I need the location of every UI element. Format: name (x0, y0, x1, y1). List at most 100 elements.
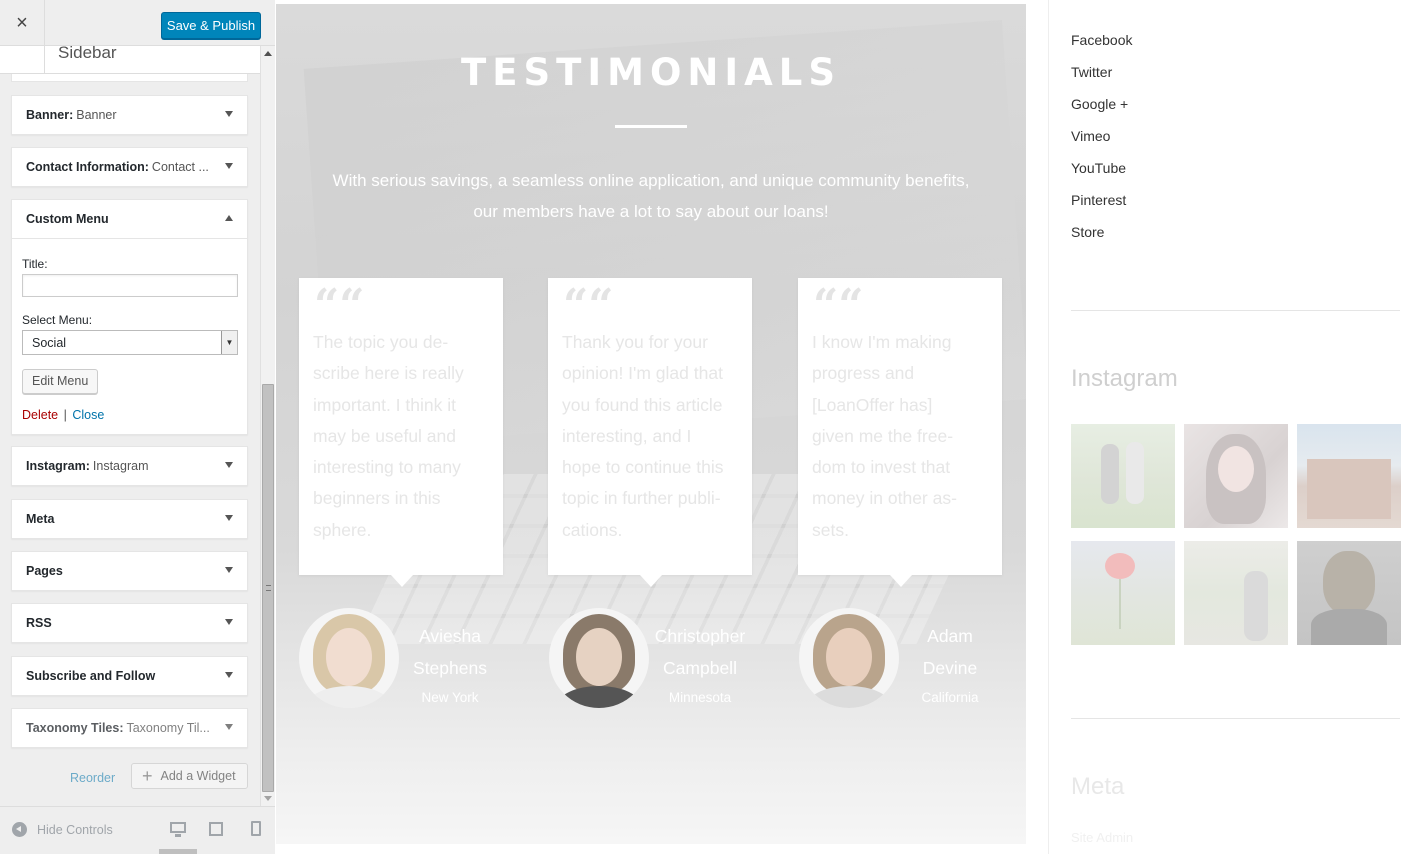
text-line: interesting to many (313, 457, 461, 478)
text-line: scribe here is really (313, 363, 464, 384)
expand-arrow-icon[interactable] (225, 724, 233, 730)
instagram-photo[interactable] (1297, 424, 1401, 528)
text-line: given me the free- (812, 425, 954, 446)
scrollbar-thumb[interactable] (262, 384, 274, 792)
meta-link-site-admin[interactable]: Site Admin (1071, 830, 1133, 845)
social-link-facebook[interactable]: Facebook (1071, 32, 1132, 48)
instagram-heading: Instagram (1071, 365, 1178, 392)
expand-arrow-icon[interactable] (225, 462, 233, 468)
instagram-photo[interactable] (1071, 541, 1175, 645)
widget-header[interactable]: Pages (12, 552, 247, 590)
text-line: opinion! I'm glad that (562, 363, 723, 384)
sidebar-divider-line (1071, 310, 1400, 311)
widget-header[interactable]: Custom Menu (12, 200, 247, 238)
widget-header[interactable]: Meta (12, 500, 247, 538)
expand-arrow-icon[interactable] (225, 619, 233, 625)
collapse-arrow-icon[interactable] (225, 215, 233, 221)
text-line: important. I think it (313, 394, 456, 415)
scroll-down-arrow-icon[interactable] (264, 796, 272, 801)
widget-subscribe-and-follow[interactable]: Subscribe and Follow (11, 656, 248, 696)
social-link-pinterest[interactable]: Pinterest (1071, 192, 1126, 208)
select-menu-label: Select Menu: (22, 313, 93, 327)
save-publish-button[interactable]: Save & Publish (161, 12, 261, 39)
testimonial-author-name: Aviesha Stephens (395, 621, 505, 684)
widget-header[interactable]: Subscribe and Follow (12, 657, 247, 695)
instagram-photo[interactable] (1071, 424, 1175, 528)
widget-header[interactable]: Taxonomy Tiles: Taxonomy Til... (12, 709, 247, 747)
scroll-up-arrow-icon[interactable] (264, 51, 272, 56)
active-device-indicator (159, 849, 197, 854)
social-link-store[interactable]: Store (1071, 224, 1104, 240)
widget-actions-row: Reorder + Add a Widget (0, 763, 260, 793)
widget-list-scroll-area[interactable]: Sidebar Banner: Banner Contact Informati… (0, 46, 260, 806)
avatar (549, 608, 649, 708)
widget-header[interactable]: Contact Information: Contact ... (12, 148, 247, 186)
social-link-twitter[interactable]: Twitter (1071, 64, 1112, 80)
edit-menu-button[interactable]: Edit Menu (22, 369, 99, 394)
text-line: dom to invest that (812, 457, 951, 478)
testimonial-card: ““ I know I'm making progress and [LoanO… (798, 278, 1002, 587)
widget-name: Meta (26, 512, 55, 526)
custom-menu-form: Title: Select Menu: Social ▼ Edit Menu D… (12, 238, 247, 434)
text-line: money in other as- (812, 488, 957, 509)
expand-arrow-icon[interactable] (225, 515, 233, 521)
instagram-photo[interactable] (1184, 424, 1288, 528)
widget-custom-menu[interactable]: Custom Menu Title: Select Menu: Social ▼… (11, 199, 248, 435)
widget-name: Pages (26, 564, 63, 578)
name-line: Aviesha (419, 626, 481, 646)
title-input[interactable] (22, 274, 238, 297)
text-line: progress and (812, 363, 915, 384)
mobile-preview-icon[interactable] (247, 819, 267, 839)
testimonial-author-name: Christopher Campbell (645, 621, 755, 684)
grip-icon (266, 585, 271, 591)
reorder-link[interactable]: Reorder (70, 771, 115, 785)
testimonial-location: New York (421, 690, 479, 705)
widget-contact-information[interactable]: Contact Information: Contact ... (11, 147, 248, 187)
widget-header[interactable]: RSS (12, 604, 247, 642)
expand-arrow-icon[interactable] (225, 567, 233, 573)
instagram-photo[interactable] (1297, 541, 1401, 645)
title-divider (615, 125, 687, 128)
widget-instagram[interactable]: Instagram: Instagram (11, 446, 248, 486)
panel-scrollbar[interactable] (260, 46, 275, 806)
avatar (299, 608, 399, 708)
widget-meta[interactable]: Meta (11, 499, 248, 539)
hide-controls-button[interactable]: Hide Controls (12, 822, 113, 837)
text-line: hope to continue this (562, 457, 724, 478)
delete-link[interactable]: Delete (22, 408, 58, 422)
widget-actions: Delete | Close (22, 408, 237, 422)
testimonial-text: The topic you de- scribe here is really … (313, 327, 495, 546)
expand-arrow-icon[interactable] (225, 672, 233, 678)
customizer-footer: Hide Controls (0, 806, 275, 854)
testimonials-section: TESTIMONIALS With serious savings, a sea… (276, 4, 1026, 844)
tablet-preview-icon[interactable] (207, 819, 227, 839)
widget-name: Custom Menu (26, 212, 109, 226)
widget-banner[interactable]: Banner: Banner (11, 95, 248, 135)
widget-header[interactable]: Instagram: Instagram (12, 447, 247, 485)
text-line: sphere. (313, 519, 372, 540)
expand-arrow-icon[interactable] (225, 111, 233, 117)
social-link-google-plus[interactable]: Google + (1071, 96, 1128, 112)
selected-menu-value: Social (32, 336, 67, 350)
expand-arrow-icon[interactable] (225, 163, 233, 169)
widget-header[interactable]: Banner: Banner (12, 96, 247, 134)
close-customizer-button[interactable]: × (0, 0, 45, 46)
widget-name: Taxonomy Tiles: (26, 721, 124, 735)
add-widget-button[interactable]: + Add a Widget (131, 763, 248, 789)
desktop-preview-icon[interactable] (168, 819, 188, 839)
testimonials-intro: With serious savings, a seamless online … (301, 165, 1001, 227)
social-link-youtube[interactable]: YouTube (1071, 160, 1126, 176)
widget-taxonomy-tiles[interactable]: Taxonomy Tiles: Taxonomy Til... (11, 708, 248, 748)
widget-subtitle: Instagram (92, 459, 149, 473)
intro-line: our members have a lot to say about our … (473, 202, 829, 221)
dropdown-arrow-icon[interactable]: ▼ (221, 331, 237, 354)
social-link-vimeo[interactable]: Vimeo (1071, 128, 1110, 144)
separator: | (63, 408, 67, 422)
select-menu-dropdown[interactable]: Social ▼ (22, 330, 238, 355)
close-link[interactable]: Close (72, 408, 104, 422)
widget-rss[interactable]: RSS (11, 603, 248, 643)
text-line: sets. (812, 519, 849, 540)
text-line: beginners in this (313, 488, 441, 509)
widget-pages[interactable]: Pages (11, 551, 248, 591)
instagram-photo[interactable] (1184, 541, 1288, 645)
